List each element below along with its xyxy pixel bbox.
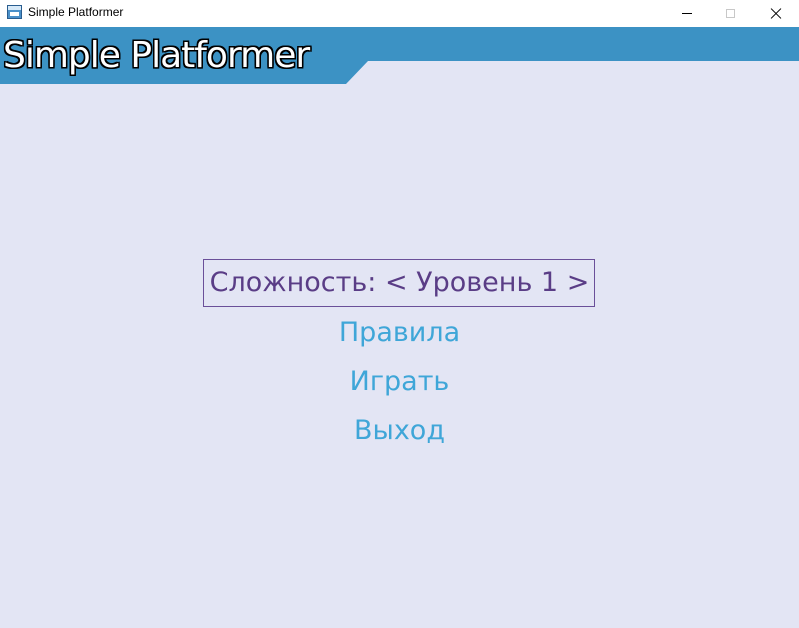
maximize-button[interactable] — [708, 0, 753, 27]
menu-item-difficulty[interactable]: Сложность: < Уровень 1 > — [0, 266, 799, 300]
game-canvas: Simple Platformer Сложность: < Уровень 1… — [0, 27, 799, 628]
close-icon — [770, 8, 782, 20]
minimize-button[interactable] — [664, 0, 709, 27]
maximize-icon — [726, 9, 735, 18]
app-window-icon — [7, 5, 22, 19]
minimize-icon — [681, 13, 692, 14]
menu-item-rules[interactable]: Правила — [0, 316, 799, 350]
menu-item-exit[interactable]: Выход — [0, 414, 799, 448]
window-title: Simple Platformer — [28, 5, 124, 19]
game-title: Simple Platformer — [3, 35, 310, 76]
window-titlebar[interactable]: Simple Platformer — [0, 0, 799, 27]
close-button[interactable] — [753, 0, 798, 27]
menu-item-play[interactable]: Играть — [0, 365, 799, 399]
